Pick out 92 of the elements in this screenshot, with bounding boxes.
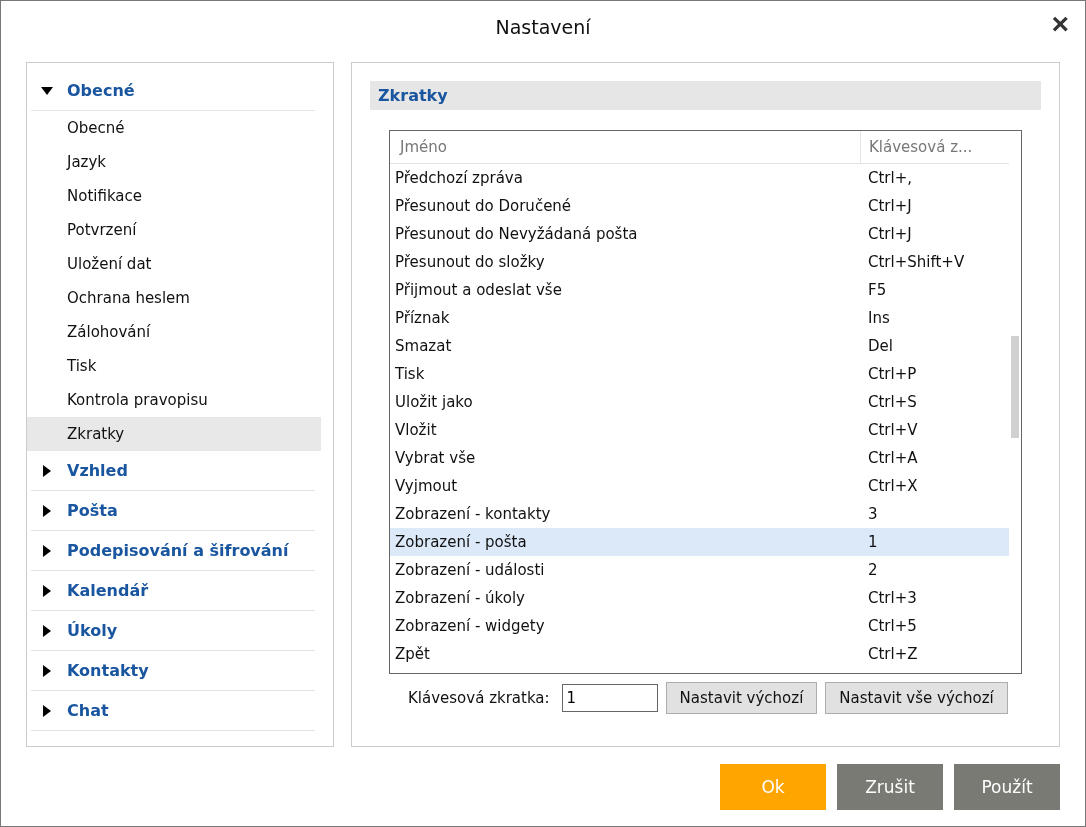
shortcut-name: Zobrazení - kontakty bbox=[394, 505, 552, 523]
shortcut-name: Předchozí zpráva bbox=[394, 169, 524, 187]
category-header[interactable]: Podepisování a šifrování bbox=[31, 531, 315, 571]
shortcut-name: Přesunout do Nevyžádaná pošta bbox=[394, 225, 639, 243]
table-row[interactable]: Zobrazení - pošta 1 bbox=[390, 528, 1009, 556]
shortcut-name: Přesunout do složky bbox=[394, 253, 546, 271]
category-header[interactable]: Pošta bbox=[31, 491, 315, 531]
shortcut-name: Zpět bbox=[394, 645, 431, 663]
shortcut-name: Vybrat vše bbox=[394, 449, 477, 467]
category-header[interactable]: Vzhled bbox=[31, 451, 315, 491]
shortcut-key: Ctrl+Shift+V bbox=[860, 253, 1009, 271]
shortcut-key: Del bbox=[860, 337, 1009, 355]
shortcut-key: 1 bbox=[860, 533, 1009, 551]
shortcut-key: F5 bbox=[860, 281, 1009, 299]
column-header[interactable]: Jméno bbox=[390, 131, 860, 163]
shortcut-key: 2 bbox=[860, 561, 1009, 579]
shortcut-key: Ins bbox=[860, 309, 1009, 327]
table-row[interactable]: Vložit Ctrl+V bbox=[390, 416, 1009, 444]
table-row[interactable]: Vybrat vše Ctrl+A bbox=[390, 444, 1009, 472]
shortcut-name: Vyjmout bbox=[394, 477, 459, 495]
table-row[interactable]: Zobrazení - widgety Ctrl+5 bbox=[390, 612, 1009, 640]
expand-triangle-icon bbox=[41, 704, 53, 717]
section-header: Zkratky bbox=[370, 81, 1041, 110]
shortcut-name: Přijmout a odeslat vše bbox=[394, 281, 563, 299]
table-row[interactable]: Uložit jako Ctrl+S bbox=[390, 388, 1009, 416]
shortcut-key: Ctrl+J bbox=[860, 225, 1009, 243]
expand-triangle-icon bbox=[41, 584, 53, 597]
sidebar-item[interactable]: Ochrana heslem bbox=[27, 281, 333, 315]
reset-button[interactable]: Nastavit vše výchozí bbox=[825, 682, 1008, 714]
table-row[interactable]: Předchozí zpráva Ctrl+, bbox=[390, 164, 1009, 192]
shortcut-key: Ctrl+A bbox=[860, 449, 1009, 467]
shortcut-name: Přesunout do Doručené bbox=[394, 197, 573, 215]
table-row[interactable]: Zobrazení - úkoly Ctrl+3 bbox=[390, 584, 1009, 612]
shortcut-name: Uložit jako bbox=[394, 393, 474, 411]
scrollbar-thumb[interactable] bbox=[1011, 336, 1019, 438]
sidebar-item[interactable]: Notifikace bbox=[27, 179, 333, 213]
shortcut-key: Ctrl+X bbox=[860, 477, 1009, 495]
sidebar-item[interactable]: Zkratky bbox=[27, 417, 321, 451]
table-row[interactable]: Přesunout do Doručené Ctrl+J bbox=[390, 192, 1009, 220]
expand-triangle-icon bbox=[41, 664, 53, 677]
table-row[interactable]: Smazat Del bbox=[390, 332, 1009, 360]
table-row[interactable]: Přijmout a odeslat vše F5 bbox=[390, 276, 1009, 304]
shortcut-name: Smazat bbox=[394, 337, 453, 355]
expand-triangle-icon bbox=[41, 544, 53, 557]
table-row[interactable]: Vyjmout Ctrl+X bbox=[390, 472, 1009, 500]
table-row[interactable]: Příznak Ins bbox=[390, 304, 1009, 332]
close-button[interactable]: × bbox=[1051, 9, 1069, 39]
expand-triangle-icon bbox=[41, 624, 53, 637]
shortcut-key: Ctrl+V bbox=[860, 421, 1009, 439]
sidebar-item[interactable]: Obecné bbox=[27, 111, 333, 145]
window-title: Nastavení bbox=[495, 16, 591, 38]
expand-triangle-icon bbox=[41, 504, 53, 517]
shortcut-name: Příznak bbox=[394, 309, 451, 327]
shortcut-label: Klávesová zkratka: bbox=[408, 689, 550, 707]
category-header[interactable]: Chat bbox=[31, 691, 315, 731]
shortcut-key: Ctrl+3 bbox=[860, 589, 1009, 607]
shortcut-key: Ctrl+5 bbox=[860, 617, 1009, 635]
category-header[interactable]: Kontakty bbox=[31, 651, 315, 691]
expand-triangle-icon bbox=[41, 84, 53, 97]
table-row[interactable]: Zobrazení - události 2 bbox=[390, 556, 1009, 584]
table-row[interactable]: Přesunout do Nevyžádaná pošta Ctrl+J bbox=[390, 220, 1009, 248]
dialog-button[interactable]: Zrušit bbox=[837, 764, 943, 810]
table-row[interactable]: Tisk Ctrl+P bbox=[390, 360, 1009, 388]
expand-triangle-icon bbox=[41, 464, 53, 477]
shortcut-input[interactable]: 1 bbox=[561, 684, 658, 712]
sidebar-item[interactable]: Zálohování bbox=[27, 315, 333, 349]
shortcut-key: Ctrl+P bbox=[860, 365, 1009, 383]
dialog-button[interactable]: Použít bbox=[954, 764, 1060, 810]
category-header[interactable]: Úkoly bbox=[31, 611, 315, 651]
table-row[interactable]: Zpět Ctrl+Z bbox=[390, 640, 1009, 668]
shortcut-name: Zobrazení - úkoly bbox=[394, 589, 526, 607]
shortcut-name: Zobrazení - pošta bbox=[394, 533, 528, 551]
shortcut-name: Zobrazení - události bbox=[394, 561, 546, 579]
shortcut-key: Ctrl+Z bbox=[860, 645, 1009, 663]
column-header[interactable]: Klávesová z... bbox=[860, 131, 1009, 163]
category-header[interactable]: Kalendář bbox=[31, 571, 315, 611]
shortcut-name: Vložit bbox=[394, 421, 438, 439]
shortcut-key: Ctrl+S bbox=[860, 393, 1009, 411]
shortcut-name: Tisk bbox=[394, 365, 426, 383]
table-row[interactable]: Přesunout do složky Ctrl+Shift+V bbox=[390, 248, 1009, 276]
shortcut-name: Zobrazení - widgety bbox=[394, 617, 546, 635]
shortcut-key: Ctrl+J bbox=[860, 197, 1009, 215]
sidebar-item[interactable]: Kontrola pravopisu bbox=[27, 383, 333, 417]
sidebar-item[interactable]: Tisk bbox=[27, 349, 333, 383]
shortcut-key: 3 bbox=[860, 505, 1009, 523]
sidebar-item[interactable]: Potvrzení bbox=[27, 213, 333, 247]
shortcut-key: Ctrl+, bbox=[860, 169, 1009, 187]
sidebar-item[interactable]: Jazyk bbox=[27, 145, 333, 179]
table-row[interactable]: Zobrazení - kontakty 3 bbox=[390, 500, 1009, 528]
sidebar-item[interactable]: Uložení dat bbox=[27, 247, 333, 281]
reset-button[interactable]: Nastavit výchozí bbox=[665, 682, 818, 714]
category-header[interactable]: Obecné bbox=[31, 71, 315, 111]
